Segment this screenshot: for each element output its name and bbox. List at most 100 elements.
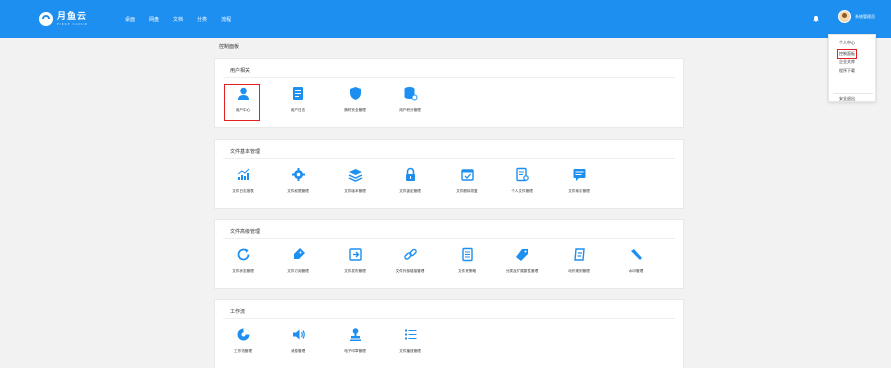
item-electronic-seal[interactable]: 电子印章管理 — [330, 327, 380, 354]
layers-icon — [348, 169, 362, 182]
avatar — [838, 10, 851, 23]
dropdown-divider — [833, 93, 873, 94]
dropdown-enterprise-library[interactable]: 企业文库 — [839, 59, 855, 65]
item-label: 动作规则管理 — [568, 269, 590, 273]
nav-workflow[interactable]: 流程 — [221, 16, 231, 23]
item-points[interactable]: 用户积分管理 — [385, 86, 435, 113]
item-file-index[interactable]: 文件索引管理 — [554, 167, 604, 194]
bell-icon[interactable] — [813, 15, 819, 22]
item-folder-policy[interactable]: 文件夹策略 — [442, 247, 492, 274]
item-message-manage[interactable]: 消息管理 — [273, 327, 323, 354]
item-file-status[interactable]: 文件状态管理 — [218, 247, 268, 274]
main-nav: 桌面 网盘 文档 分类 流程 — [125, 0, 245, 38]
item-label: 分类及扩展属性管理 — [505, 269, 539, 273]
item-label: 文件外部链接管理 — [395, 269, 425, 273]
document-icon — [461, 247, 473, 262]
logo[interactable]: 月鱼云 PIKKE CLOUD — [38, 9, 88, 29]
user-menu[interactable]: 系统管理员 — [838, 10, 875, 23]
chat-list-icon — [573, 169, 585, 181]
section-title: 文件基本管理 — [230, 149, 261, 155]
item-security[interactable]: 随时安全管理 — [330, 86, 380, 113]
divider — [223, 238, 675, 239]
item-file-version[interactable]: 文件版本管理 — [330, 167, 380, 194]
calendar-check-icon — [460, 169, 474, 181]
item-file-restore[interactable]: 文件删除恢复 — [442, 167, 492, 194]
item-file-playback[interactable]: 文件播放管理 — [385, 327, 435, 354]
item-file-lock[interactable]: 文件锁定管理 — [385, 167, 435, 194]
divider — [223, 77, 675, 78]
section-workflow: 工作流 工作流管理 消息管理 电子印章管理 文件播放管理 — [214, 299, 684, 368]
edit-document-icon — [573, 248, 585, 261]
section-file-basic: 文件基本管理 文件日志报表 文件权限管理 文件版本管理 文件锁定管理 文件删除恢… — [214, 139, 684, 209]
section-title: 工作流 — [230, 309, 246, 315]
item-label: 个人文件管理 — [511, 189, 533, 193]
dropdown-download[interactable]: 程序下载 — [839, 68, 855, 74]
item-label: 文件订阅管理 — [287, 269, 309, 273]
item-workflow-manage[interactable]: 工作流管理 — [218, 327, 268, 354]
item-label: 文件夹策略 — [458, 269, 476, 273]
item-user-log[interactable]: 用户日志 — [273, 86, 323, 113]
log-icon — [292, 87, 303, 100]
highlight-user-center — [224, 84, 260, 121]
dropdown-logout[interactable]: 安全退出 — [839, 96, 855, 102]
database-gear-icon — [404, 87, 417, 101]
item-label: 文件删除恢复 — [456, 189, 478, 193]
user-name: 系统管理员 — [855, 13, 875, 19]
logo-name: 月鱼云 — [57, 11, 88, 22]
item-label: 文件索引管理 — [568, 189, 590, 193]
stamp-icon — [349, 328, 361, 341]
section-file-advanced: 文件高级管理 文件状态管理 文件订阅管理 文件发布管理 文件外部链接管理 文件夹… — [214, 219, 684, 289]
page-title: 控制面板 — [219, 44, 240, 50]
document-search-icon — [515, 167, 529, 182]
divider — [223, 158, 675, 159]
item-label: 水印管理 — [628, 269, 644, 273]
item-label: 消息管理 — [290, 349, 306, 353]
gear-icon — [291, 168, 305, 181]
item-label: 文件版本管理 — [344, 189, 366, 193]
nav-category[interactable]: 分类 — [197, 16, 207, 23]
speaker-icon — [292, 329, 305, 340]
brush-icon — [630, 249, 642, 260]
tag-icon — [293, 248, 305, 259]
item-action-rules[interactable]: 动作规则管理 — [554, 247, 604, 274]
item-category-attributes[interactable]: 分类及扩展属性管理 — [497, 247, 547, 274]
item-watermark[interactable]: 水印管理 — [611, 247, 661, 274]
section-title: 文件高级管理 — [230, 229, 261, 235]
item-personal-files[interactable]: 个人文件管理 — [497, 167, 547, 194]
item-label: 用户日志 — [290, 108, 306, 112]
item-label: 工作流管理 — [234, 349, 252, 353]
item-label: 文件发布管理 — [344, 269, 366, 273]
item-label: 随时安全管理 — [344, 108, 366, 112]
pie-chart-icon — [237, 328, 249, 341]
item-label: 电子印章管理 — [344, 349, 366, 353]
section-title: 用户相关 — [230, 68, 251, 74]
tags-icon — [515, 249, 528, 261]
item-file-permission[interactable]: 文件权限管理 — [273, 167, 323, 194]
nav-netdisk[interactable]: 网盘 — [149, 16, 159, 23]
section-user: 用户相关 用户中心 用户日志 随时安全管理 用户积分管理 — [214, 58, 684, 128]
user-dropdown: 个人中心 控制面板 企业文库 程序下载 安全退出 — [828, 34, 876, 102]
item-file-subscribe[interactable]: 文件订阅管理 — [273, 247, 323, 274]
shield-icon — [349, 87, 361, 100]
item-label: 文件权限管理 — [287, 189, 309, 193]
nav-docs[interactable]: 文档 — [173, 16, 183, 23]
logo-icon — [39, 12, 53, 26]
lock-icon — [405, 167, 415, 181]
item-file-log-report[interactable]: 文件日志报表 — [218, 167, 268, 194]
export-icon — [348, 248, 362, 261]
item-label: 文件锁定管理 — [399, 189, 421, 193]
link-icon — [403, 248, 417, 260]
item-file-publish[interactable]: 文件发布管理 — [330, 247, 380, 274]
item-label: 文件状态管理 — [232, 269, 254, 273]
item-label: 用户积分管理 — [399, 108, 421, 112]
divider — [223, 318, 675, 319]
refresh-icon — [237, 248, 249, 261]
item-file-external-link[interactable]: 文件外部链接管理 — [385, 247, 435, 274]
list-icon — [404, 329, 416, 340]
nav-desktop[interactable]: 桌面 — [125, 16, 135, 23]
dropdown-personal-center[interactable]: 个人中心 — [839, 40, 855, 46]
item-label: 文件日志报表 — [232, 189, 254, 193]
dropdown-control-panel[interactable]: 控制面板 — [837, 49, 857, 59]
item-label: 文件播放管理 — [399, 349, 421, 353]
logo-subtitle: PIKKE CLOUD — [57, 21, 89, 26]
